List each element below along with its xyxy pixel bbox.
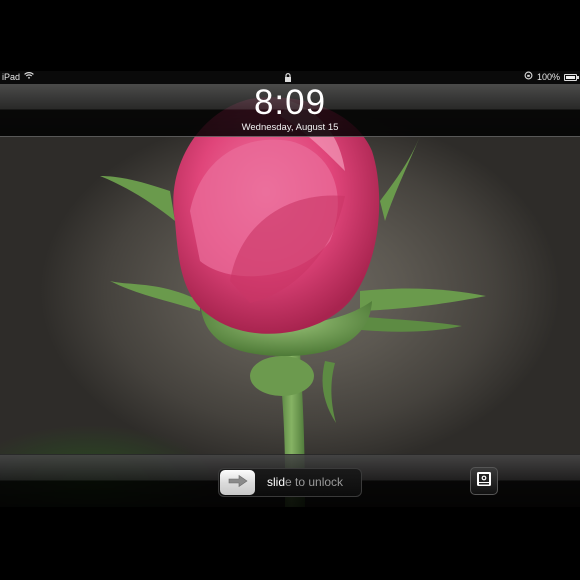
slide-to-unlock-rest: e to unlock <box>285 475 344 489</box>
picture-frame-button[interactable] <box>470 467 498 495</box>
clock-time: 8:09 <box>253 83 327 122</box>
unlock-bar: slide to unlock <box>0 454 580 507</box>
slide-to-unlock-shimmer: slid <box>267 475 286 489</box>
clock-band: 8:09 Wednesday, August 15 <box>0 83 580 137</box>
arrow-right-icon <box>228 474 248 492</box>
slide-to-unlock-label: slide to unlock <box>267 469 343 496</box>
unlock-slider-track[interactable]: slide to unlock <box>218 468 362 497</box>
clock-date: Wednesday, August 15 <box>241 122 339 133</box>
unlock-slider-knob[interactable] <box>220 470 255 495</box>
battery-icon <box>564 74 579 81</box>
lock-screen: iPad 100% 8:09 Wednesday, August 15 slid… <box>0 71 580 507</box>
picture-frame-icon <box>476 471 492 492</box>
